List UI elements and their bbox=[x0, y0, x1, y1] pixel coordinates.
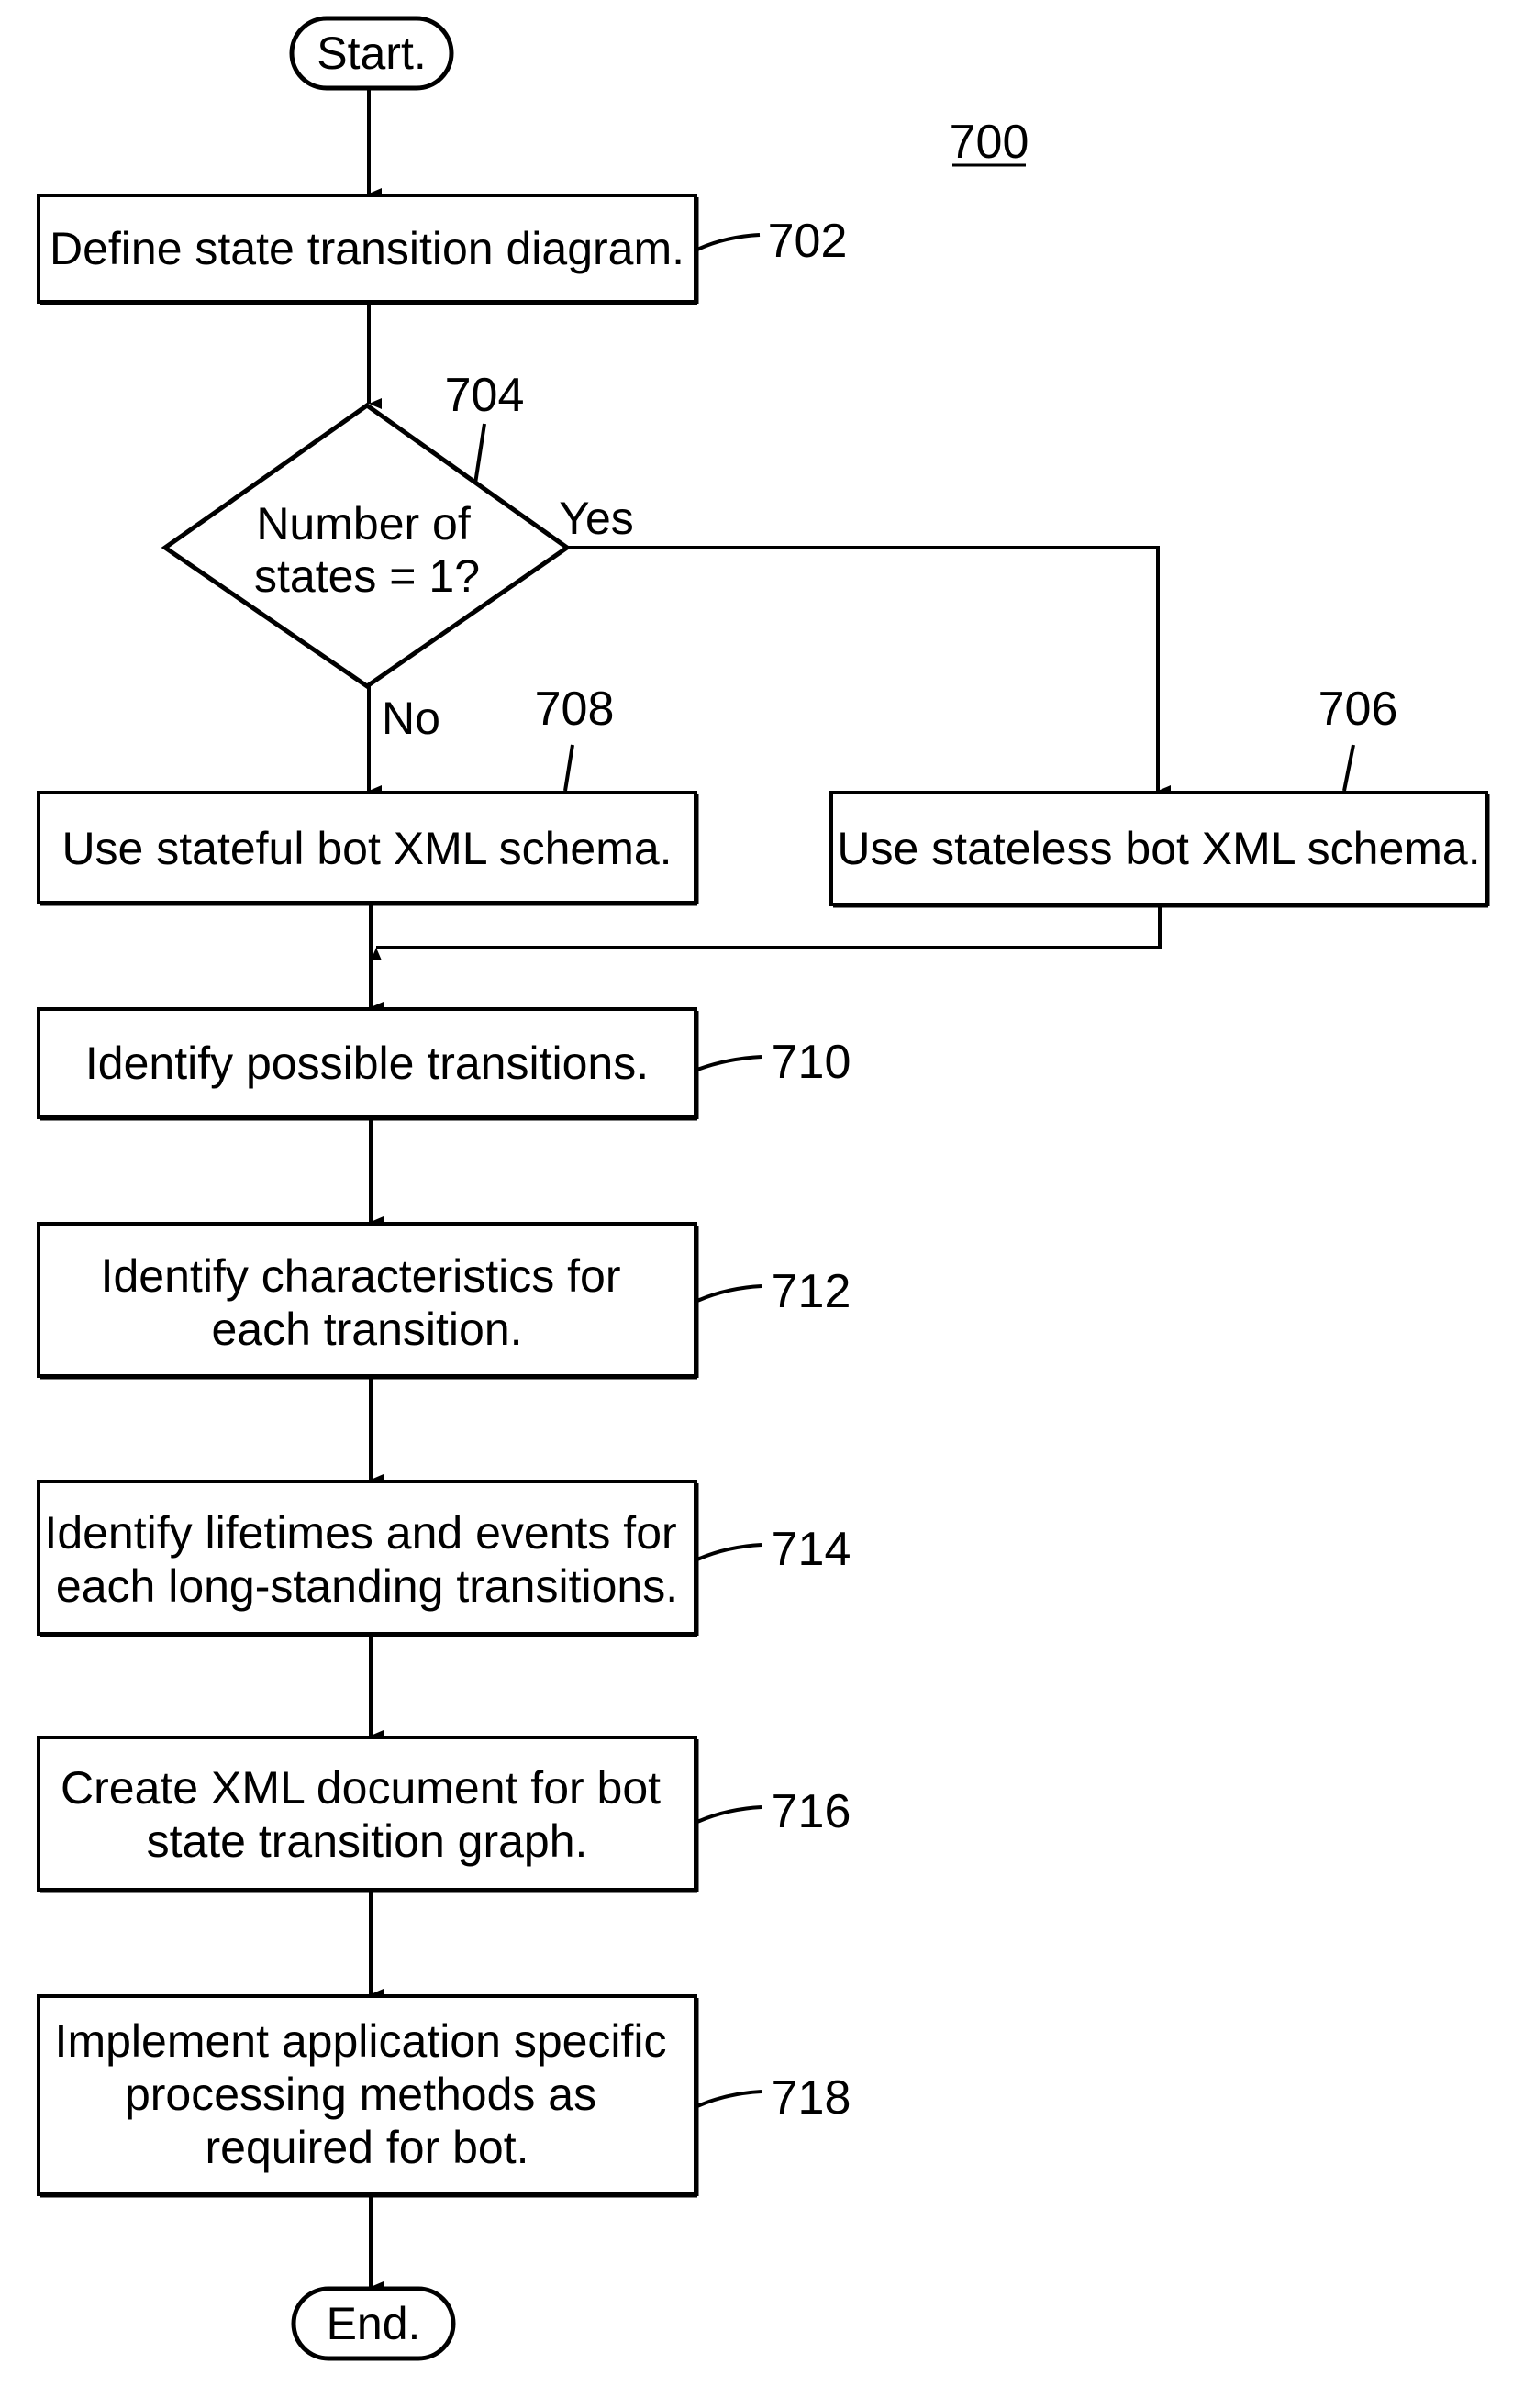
step-718: Implement application specific processin… bbox=[37, 1994, 699, 2198]
step-706: Use stateless bot XML schema. bbox=[829, 791, 1490, 908]
step-716: Create XML document for bot state transi… bbox=[37, 1736, 699, 1893]
ref-702: 702 bbox=[768, 215, 848, 268]
step-710: Identify possible transitions. bbox=[37, 1007, 699, 1121]
ref-716: 716 bbox=[772, 1785, 851, 1838]
end-terminal: End. bbox=[291, 2286, 456, 2361]
leader-706 bbox=[1342, 744, 1355, 792]
connector-yes-706 bbox=[567, 546, 1171, 796]
decision-704-text: Number of states = 1? bbox=[254, 498, 484, 602]
step-702: Define state transition diagram. bbox=[37, 194, 699, 305]
ref-710: 710 bbox=[772, 1036, 851, 1089]
ref-706: 706 bbox=[1318, 682, 1398, 736]
leader-714 bbox=[696, 1543, 762, 1561]
step-714: Identify lifetimes and events for each l… bbox=[37, 1480, 699, 1637]
leader-710 bbox=[696, 1055, 762, 1071]
leader-712 bbox=[696, 1284, 762, 1303]
ref-714: 714 bbox=[772, 1523, 851, 1576]
ref-708: 708 bbox=[535, 682, 615, 736]
step-712: Identify characteristics for each transi… bbox=[37, 1222, 699, 1380]
start-label: Start. bbox=[317, 28, 426, 79]
step-710-text: Identify possible transitions. bbox=[85, 1038, 649, 1089]
ref-718: 718 bbox=[772, 2071, 851, 2125]
leader-718 bbox=[696, 2090, 762, 2108]
no-label: No bbox=[382, 693, 440, 744]
flowchart-700: 700 Start. Define state transition diagr… bbox=[37, 16, 1490, 2361]
yes-label: Yes bbox=[559, 493, 634, 544]
leader-708 bbox=[563, 744, 574, 792]
leader-702 bbox=[696, 233, 761, 251]
leader-704 bbox=[473, 423, 486, 484]
start-terminal: Start. bbox=[289, 16, 454, 91]
step-708-text: Use stateful bot XML schema. bbox=[61, 823, 672, 874]
ref-712: 712 bbox=[772, 1265, 851, 1318]
step-706-text: Use stateless bot XML schema. bbox=[837, 823, 1480, 874]
step-702-text: Define state transition diagram. bbox=[50, 223, 684, 274]
step-708: Use stateful bot XML schema. bbox=[37, 791, 699, 906]
end-label: End. bbox=[327, 2298, 421, 2349]
leader-716 bbox=[696, 1805, 762, 1824]
ref-704: 704 bbox=[445, 369, 525, 422]
connector-706-merge bbox=[371, 906, 1162, 960]
figure-number: 700 bbox=[950, 116, 1029, 169]
decision-704: Number of states = 1? bbox=[161, 402, 572, 690]
